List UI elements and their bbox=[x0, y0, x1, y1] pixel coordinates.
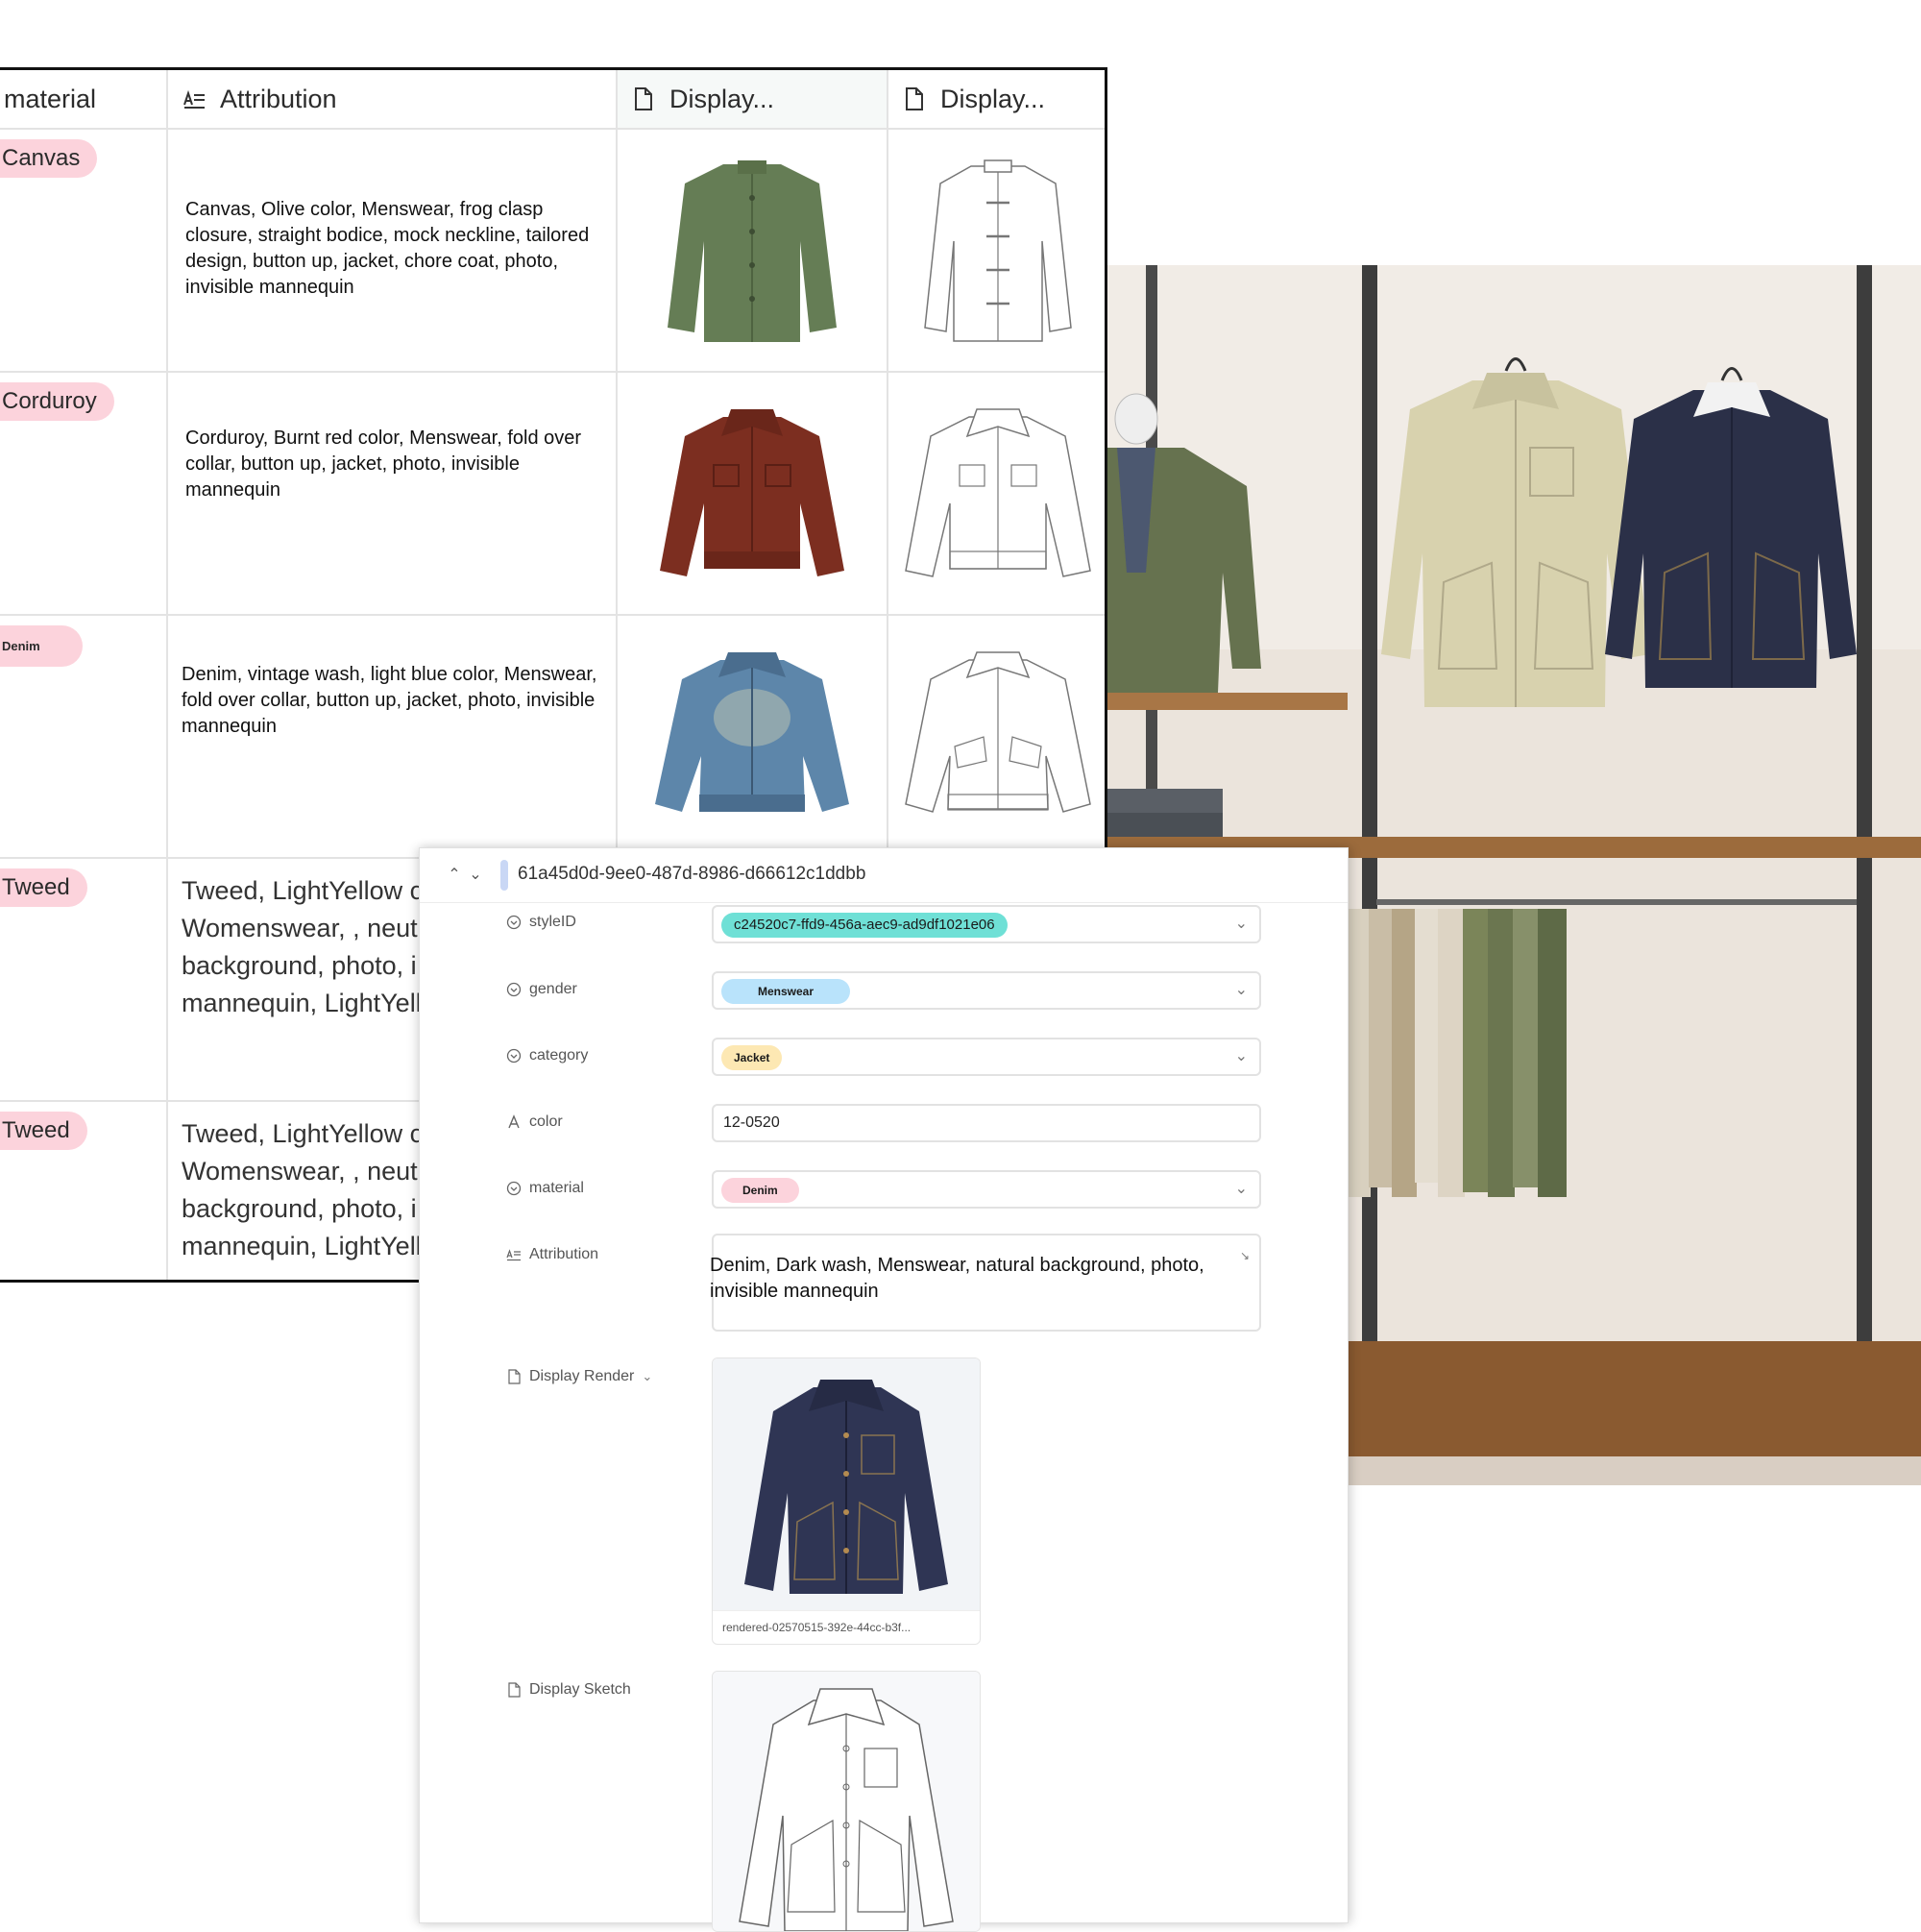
render-filename: rendered-02570515-392e-44cc-b3f... bbox=[713, 1610, 980, 1644]
render-image[interactable] bbox=[656, 398, 848, 590]
resize-handle-icon[interactable]: ↘ bbox=[1240, 1249, 1250, 1262]
select-icon bbox=[506, 982, 522, 997]
chevron-down-icon[interactable]: ⌄ bbox=[1235, 980, 1248, 999]
category-pill: Jacket bbox=[721, 1045, 783, 1070]
table-row[interactable]: Corduroy Corduroy, Burnt red color, Mens… bbox=[0, 373, 1105, 616]
color-input[interactable]: 12-0520 bbox=[712, 1104, 1261, 1142]
sketch-image[interactable] bbox=[902, 641, 1094, 833]
material-tag: Tweed bbox=[0, 1112, 87, 1150]
render-image[interactable] bbox=[666, 155, 839, 347]
chevron-down-icon[interactable]: ⌄ bbox=[1235, 1179, 1248, 1198]
material-pill: Denim bbox=[721, 1178, 799, 1203]
column-header-display-render[interactable]: Display... bbox=[618, 70, 888, 128]
chevron-down-icon[interactable]: ⌄ bbox=[1235, 1046, 1248, 1065]
gender-select[interactable]: Menswear ⌄ bbox=[712, 971, 1261, 1010]
render-image[interactable] bbox=[713, 1358, 980, 1610]
record-color-bar bbox=[500, 860, 508, 891]
column-header-material[interactable]: material bbox=[0, 70, 168, 128]
field-label-display-render: Display Render ⌄ bbox=[506, 1368, 652, 1385]
attribution-text: Canvas, Olive color, Menswear, frog clas… bbox=[185, 199, 590, 298]
field-label-color: color bbox=[506, 1113, 563, 1131]
attribution-text: Denim, vintage wash, light blue color, M… bbox=[182, 664, 597, 737]
table-row[interactable]: Canvas Canvas, Olive color, Menswear, fr… bbox=[0, 130, 1105, 373]
field-label-gender: gender bbox=[506, 981, 577, 998]
material-tag: Corduroy bbox=[0, 382, 114, 421]
field-label-styleid: styleID bbox=[506, 914, 576, 931]
styleid-pill: c24520c7-ffd9-456a-aec9-ad9df1021e06 bbox=[721, 913, 1008, 938]
record-header: ⌃ ⌄ 61a45d0d-9ee0-487d-8986-d66612c1ddbb bbox=[420, 848, 1348, 903]
material-tag: Tweed bbox=[0, 868, 87, 907]
field-label-material: material bbox=[506, 1180, 584, 1197]
render-image[interactable] bbox=[651, 641, 853, 833]
material-tag: Canvas bbox=[0, 139, 98, 178]
display-sketch-card[interactable] bbox=[712, 1671, 981, 1932]
styleid-select[interactable]: c24520c7-ffd9-456a-aec9-ad9df1021e06 ⌄ bbox=[712, 905, 1261, 943]
file-icon bbox=[508, 1369, 521, 1384]
material-select[interactable]: Denim ⌄ bbox=[712, 1170, 1261, 1209]
attribution-textarea[interactable]: Denim, Dark wash, Menswear, natural back… bbox=[710, 1234, 1261, 1332]
gender-pill: Menswear bbox=[721, 979, 851, 1004]
text-field-icon bbox=[508, 1114, 520, 1129]
sketch-image[interactable] bbox=[902, 398, 1094, 590]
sketch-image[interactable] bbox=[921, 155, 1075, 347]
record-id: 61a45d0d-9ee0-487d-8986-d66612c1ddbb bbox=[518, 864, 866, 884]
field-label-attribution: Attribution bbox=[506, 1246, 598, 1263]
file-icon bbox=[635, 87, 652, 110]
chevron-up-icon[interactable]: ⌃ bbox=[445, 866, 464, 885]
display-render-card[interactable]: rendered-02570515-392e-44cc-b3f... bbox=[712, 1357, 981, 1645]
attribution-text: Corduroy, Burnt red color, Menswear, fol… bbox=[185, 428, 582, 501]
long-text-icon bbox=[506, 1249, 521, 1261]
table-row[interactable]: Denim Denim, vintage wash, light blue co… bbox=[0, 616, 1105, 859]
material-tag: Denim bbox=[0, 625, 83, 667]
long-text-icon bbox=[183, 89, 205, 109]
select-icon bbox=[506, 915, 522, 930]
table-header: material Attribution Display... Display.… bbox=[0, 70, 1105, 130]
file-icon bbox=[906, 87, 923, 110]
column-header-display-sketch[interactable]: Display... bbox=[888, 70, 1105, 128]
field-label-category: category bbox=[506, 1047, 588, 1064]
column-header-attribution[interactable]: Attribution bbox=[168, 70, 618, 128]
chevron-down-icon[interactable]: ⌄ bbox=[642, 1369, 652, 1384]
category-select[interactable]: Jacket ⌄ bbox=[712, 1038, 1261, 1076]
chevron-down-icon[interactable]: ⌄ bbox=[1235, 914, 1248, 933]
chevron-down-icon[interactable]: ⌄ bbox=[466, 866, 485, 885]
select-icon bbox=[506, 1048, 522, 1064]
field-label-display-sketch: Display Sketch bbox=[506, 1681, 631, 1699]
file-icon bbox=[508, 1682, 521, 1698]
sketch-image[interactable] bbox=[713, 1672, 980, 1931]
select-icon bbox=[506, 1181, 522, 1196]
